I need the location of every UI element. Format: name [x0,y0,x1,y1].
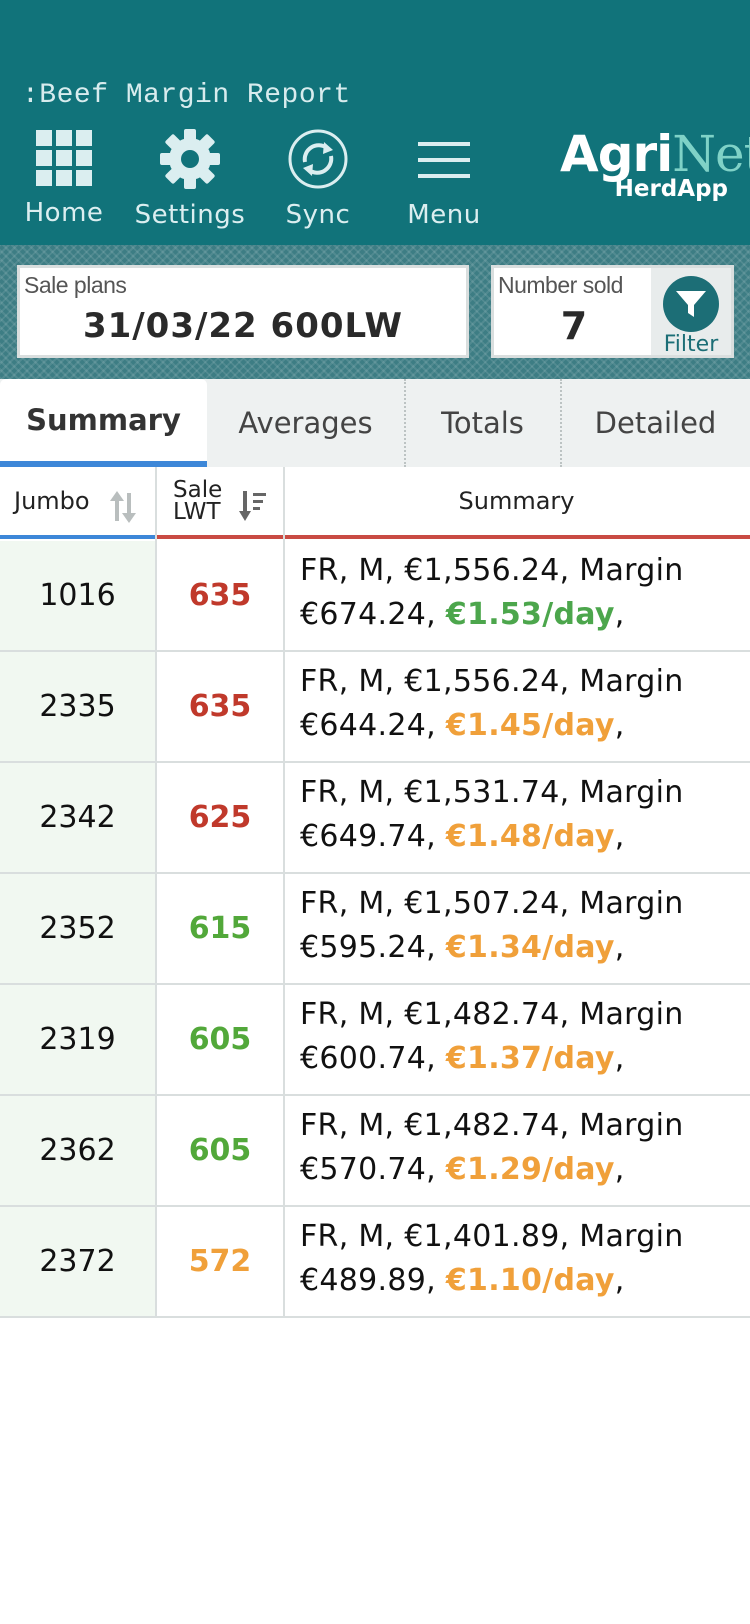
table-row[interactable]: 2319 605 FR, M, €1,482.74, Margin €600.74, … [0,985,750,1096]
app-header: :Beef Margin Report Home Settings Sync M… [0,0,750,245]
jumbo-cell: 2319 [0,985,155,1094]
margin-per-day: €1.29/day [445,1152,615,1187]
agrinet-logo: AgriNet HerdApp [560,125,750,202]
filter-label: Filter [663,332,719,357]
hamburger-icon [402,128,486,194]
summary-line: FR, M, €1,531.74, Margin [300,775,684,810]
summary-line: €644.24, €1.45/day, [300,708,625,743]
jumbo-cell: 2362 [0,1096,155,1205]
summary-cell: FR, M, €1,401.89, Margin €489.89, €1.10/d… [300,1215,745,1303]
margin-per-day: €1.45/day [445,708,615,743]
summary-cell: FR, M, €1,556.24, Margin €644.24, €1.45/d… [300,660,745,748]
summary-line: FR, M, €1,401.89, Margin [300,1219,684,1254]
sort-descending-icon [239,489,267,527]
summary-line: FR, M, €1,556.24, Margin [300,553,684,588]
report-title: :Beef Margin Report [22,80,351,111]
sync-button[interactable]: Sync [280,128,356,230]
summary-line: €674.24, €1.53/day, [300,597,625,632]
margin-per-day: €1.34/day [445,930,615,965]
tab-totals[interactable]: Totals [405,379,560,467]
column-header-summary: Summary [458,487,575,515]
sale-plans-select[interactable]: Sale plans 31/03/22 600LW [17,265,469,358]
margin-per-day: €1.37/day [445,1041,615,1076]
table-header: Jumbo Sale LWT Summary [0,467,750,539]
sync-label: Sync [285,200,351,230]
sale-lwt-cell: 635 [188,689,252,724]
summary-line: FR, M, €1,507.24, Margin [300,886,684,921]
summary-line: €600.74, €1.37/day, [300,1041,625,1076]
menu-button[interactable]: Menu [402,128,486,230]
tab-summary[interactable]: Summary [0,379,207,467]
column-header-jumbo[interactable]: Jumbo [0,467,155,539]
sale-lwt-cell: 615 [188,911,252,946]
sale-lwt-cell: 572 [188,1244,252,1279]
settings-label: Settings [134,200,246,230]
jumbo-cell: 2372 [0,1207,155,1316]
table-row[interactable]: 2342 625 FR, M, €1,531.74, Margin €649.74, … [0,763,750,874]
summary-line: €489.89, €1.10/day, [300,1263,625,1298]
sync-icon [280,128,356,194]
summary-line: FR, M, €1,482.74, Margin [300,1108,684,1143]
summary-cell: FR, M, €1,556.24, Margin €674.24, €1.53/d… [300,549,745,637]
margin-per-day: €1.48/day [445,819,615,854]
tab-averages[interactable]: Averages [207,379,404,467]
sale-plans-label: Sale plans [24,272,127,298]
jumbo-cell: 2335 [0,652,155,761]
column-header-sale-lwt[interactable]: Sale LWT [155,467,283,535]
summary-cell: FR, M, €1,482.74, Margin €600.74, €1.37/d… [300,993,745,1081]
sale-lwt-cell: 605 [188,1022,252,1057]
summary-line: €649.74, €1.48/day, [300,819,625,854]
number-sold-box: Number sold 7 Filter [491,265,734,358]
summary-line: €570.74, €1.29/day, [300,1152,625,1187]
sale-lwt-cell: 605 [188,1133,252,1168]
table-row[interactable]: 2335 635 FR, M, €1,556.24, Margin €644.24, … [0,652,750,763]
menu-label: Menu [407,200,481,230]
sale-plans-value: 31/03/22 600LW [82,306,404,346]
summary-cell: FR, M, €1,507.24, Margin €595.24, €1.34/d… [300,882,745,970]
tab-bar: Summary Averages Totals Detailed [0,379,750,467]
summary-cell: FR, M, €1,531.74, Margin €649.74, €1.48/d… [300,771,745,859]
summary-line: FR, M, €1,556.24, Margin [300,664,684,699]
home-button[interactable]: Home [20,128,108,228]
jumbo-cell: 2342 [0,763,155,872]
table-row[interactable]: 2352 615 FR, M, €1,507.24, Margin €595.24, … [0,874,750,985]
jumbo-cell: 1016 [0,541,155,650]
filter-icon [663,276,719,332]
sale-lwt-cell: 635 [188,578,252,613]
summary-line: FR, M, €1,482.74, Margin [300,997,684,1032]
sort-icon [110,491,138,529]
margin-per-day: €1.53/day [445,597,615,632]
margin-per-day: €1.10/day [445,1263,615,1298]
table-row[interactable]: 2372 572 FR, M, €1,401.89, Margin €489.89, … [0,1207,750,1318]
table-row[interactable]: 2362 605 FR, M, €1,482.74, Margin €570.74, … [0,1096,750,1207]
summary-line: €595.24, €1.34/day, [300,930,625,965]
number-sold-label: Number sold [498,272,623,298]
settings-button[interactable]: Settings [130,128,250,230]
summary-cell: FR, M, €1,482.74, Margin €570.74, €1.29/d… [300,1104,745,1192]
number-sold-value: 7 [560,304,588,348]
jumbo-cell: 2352 [0,874,155,983]
filter-button[interactable]: Filter [651,268,731,357]
table-row[interactable]: 1016 635 FR, M, €1,556.24, Margin €674.24, … [0,541,750,652]
tab-detailed[interactable]: Detailed [561,379,750,467]
home-label: Home [24,198,104,228]
gear-icon [130,128,250,194]
grid-icon [20,128,108,192]
sale-lwt-cell: 625 [188,800,252,835]
